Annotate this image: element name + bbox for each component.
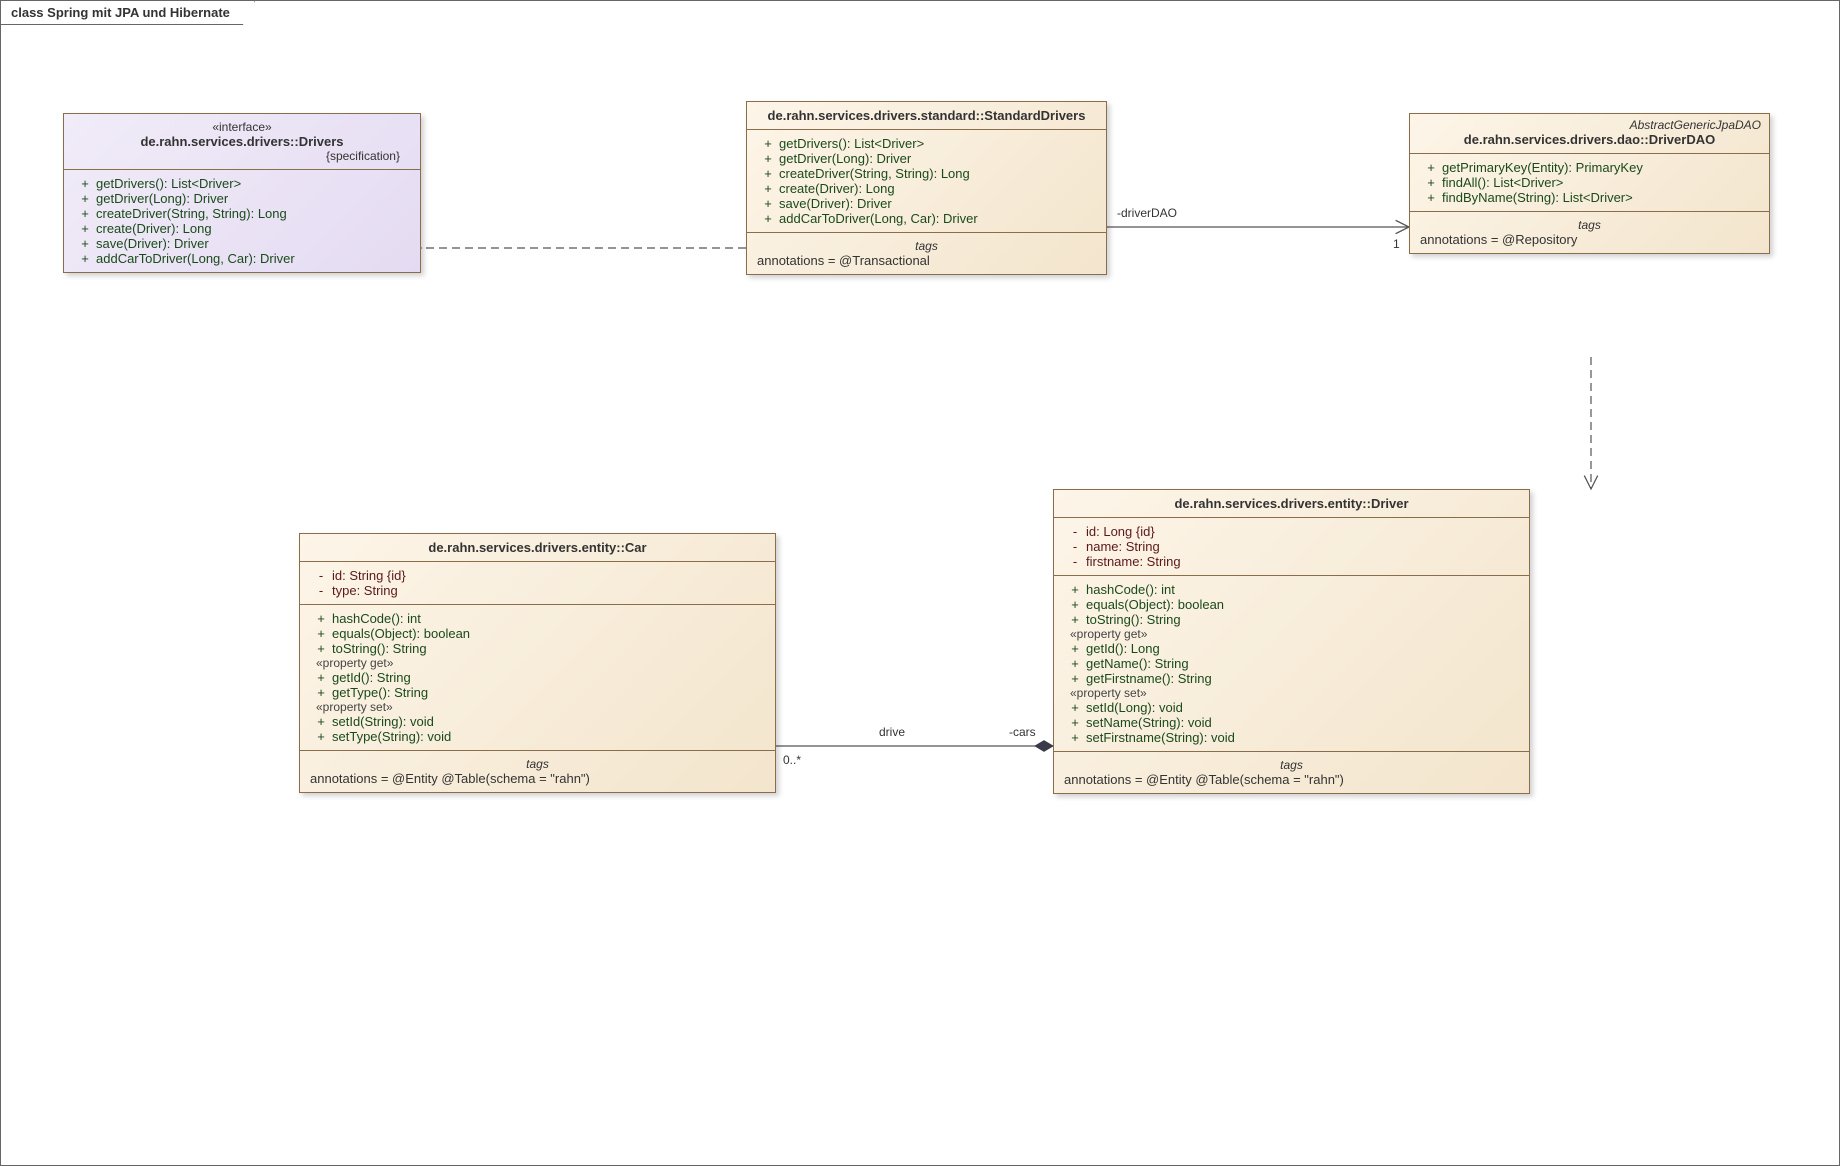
role-driverdao: -driverDAO	[1117, 206, 1177, 220]
class-title: de.rahn.services.drivers.entity::Driver	[1064, 496, 1519, 511]
class-diagram: class Spring mit JPA und Hibernate -driv…	[0, 0, 1840, 1166]
class-title: de.rahn.services.drivers.entity::Car	[310, 540, 765, 555]
operations: +hashCode(): int +equals(Object): boolea…	[1054, 575, 1529, 751]
class-title: de.rahn.services.drivers::Drivers	[74, 134, 410, 149]
class-title: de.rahn.services.drivers.dao::DriverDAO	[1420, 132, 1759, 147]
tags: tags annotations = @Repository	[1410, 211, 1769, 253]
class-standard-drivers: de.rahn.services.drivers.standard::Stand…	[746, 101, 1107, 275]
operations: +getPrimaryKey(Entity): PrimaryKey +find…	[1410, 153, 1769, 211]
mult-cars: 0..*	[783, 753, 801, 767]
parent-class: AbstractGenericJpaDAO	[1410, 114, 1769, 132]
tags: tags annotations = @Entity @Table(schema…	[1054, 751, 1529, 793]
class-title: de.rahn.services.drivers.standard::Stand…	[757, 108, 1096, 123]
diagram-title-tab: class Spring mit JPA und Hibernate	[1, 1, 255, 25]
class-car: de.rahn.services.drivers.entity::Car -id…	[299, 533, 776, 793]
operations: +getDrivers(): List<Driver> +getDriver(L…	[747, 129, 1106, 232]
assoc-name-drive: drive	[879, 725, 905, 739]
tags: tags annotations = @Transactional	[747, 232, 1106, 274]
class-driver: de.rahn.services.drivers.entity::Driver …	[1053, 489, 1530, 794]
tags: tags annotations = @Entity @Table(schema…	[300, 750, 775, 792]
stereotype: «interface»	[74, 120, 410, 134]
role-cars: -cars	[1009, 725, 1036, 739]
class-driver-dao: AbstractGenericJpaDAO de.rahn.services.d…	[1409, 113, 1770, 254]
constraint: {specification}	[74, 149, 410, 163]
mult-driverdao: 1	[1393, 237, 1400, 251]
class-drivers-interface: «interface» de.rahn.services.drivers::Dr…	[63, 113, 421, 273]
operations: +getDrivers(): List<Driver> +getDriver(L…	[64, 169, 420, 272]
diagram-title: class Spring mit JPA und Hibernate	[11, 5, 230, 20]
attributes: -id: Long {id} -name: String -firstname:…	[1054, 517, 1529, 575]
attributes: -id: String {id} -type: String	[300, 561, 775, 604]
operations: +hashCode(): int +equals(Object): boolea…	[300, 604, 775, 750]
